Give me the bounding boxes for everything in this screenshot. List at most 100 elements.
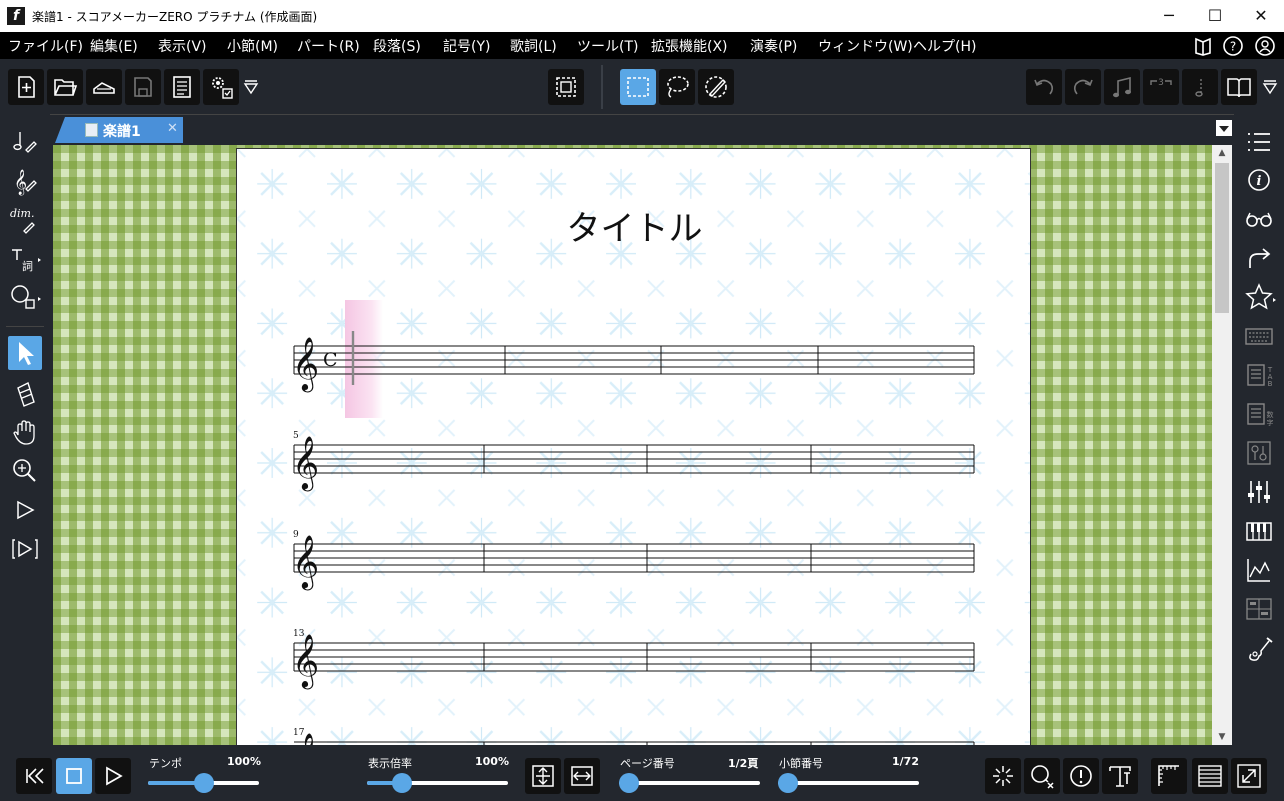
svg-text:字: 字 [1267, 418, 1274, 427]
menu-view[interactable]: 表示(V) [158, 36, 207, 56]
scan-icon[interactable] [86, 69, 122, 105]
expand-view-icon[interactable] [1231, 758, 1267, 794]
left-tool-palette: 𝄞 dim. 詞 [0, 114, 50, 750]
menu-measure[interactable]: 小節(M) [227, 36, 278, 56]
stop-icon[interactable] [56, 758, 92, 794]
play-from-here-icon[interactable] [8, 493, 42, 527]
minimize-button[interactable]: ─ [1146, 0, 1192, 32]
svg-text:?: ? [1230, 40, 1236, 54]
star-icon[interactable] [1242, 280, 1276, 314]
menu-tools[interactable]: ツール(T) [577, 36, 638, 56]
text-tool-icon[interactable] [1102, 758, 1138, 794]
text-lyrics-icon[interactable]: 詞 [8, 241, 42, 275]
fit-height-icon[interactable] [525, 758, 561, 794]
list-icon[interactable] [1242, 125, 1276, 159]
sparkle-effect-icon[interactable] [985, 758, 1021, 794]
zoom-value: 100% [475, 755, 509, 768]
shapes-icon[interactable] [8, 280, 42, 314]
keyboard-icon[interactable] [1242, 319, 1276, 353]
toolbar-right-dropdown-icon[interactable] [1262, 69, 1278, 105]
close-tab-icon[interactable]: ✕ [167, 121, 178, 136]
piano-keyboard-icon[interactable] [1242, 514, 1276, 548]
close-button[interactable]: ✕ [1238, 0, 1284, 32]
treble-clef-icon: 𝄞 [292, 435, 319, 491]
hand-pan-icon[interactable] [8, 415, 42, 449]
new-score-icon[interactable] [8, 69, 44, 105]
tab-list-dropdown-icon[interactable] [1216, 120, 1232, 136]
glasses-icon[interactable] [1242, 202, 1276, 236]
account-icon[interactable] [1254, 35, 1276, 57]
menu-window[interactable]: ウィンドウ(W) [818, 36, 913, 56]
note-pen-icon[interactable] [8, 124, 42, 158]
redirect-arrow-icon[interactable] [1242, 241, 1276, 275]
guitar-icon[interactable] [1242, 631, 1276, 665]
menu-symbol[interactable]: 記号(Y) [443, 36, 490, 56]
measure-slider-track[interactable] [778, 781, 919, 785]
page-slider-knob[interactable] [619, 773, 639, 793]
toolbar-dropdown-icon[interactable] [242, 69, 260, 105]
info-icon[interactable]: i [1242, 163, 1276, 197]
note-input-icon[interactable] [1104, 69, 1140, 105]
menu-paragraph[interactable]: 段落(S) [373, 36, 421, 56]
score-properties-icon[interactable] [164, 69, 200, 105]
fit-page-icon[interactable] [548, 69, 584, 105]
menu-play[interactable]: 演奏(P) [750, 36, 797, 56]
clef-pen-icon[interactable]: 𝄞 [8, 163, 42, 197]
warning-icon[interactable] [1063, 758, 1099, 794]
rectangle-select-icon[interactable] [620, 69, 656, 105]
eraser-icon[interactable] [8, 376, 42, 410]
maximize-button[interactable]: ☐ [1192, 0, 1238, 32]
open-folder-icon[interactable] [47, 69, 83, 105]
scroll-down-icon[interactable]: ▼ [1212, 729, 1232, 745]
lasso-select-icon[interactable] [659, 69, 695, 105]
pen-select-icon[interactable] [698, 69, 734, 105]
zoom-icon[interactable] [8, 454, 42, 488]
tab-notation-icon[interactable]: TAB [1242, 358, 1276, 392]
grace-note-icon[interactable] [1182, 69, 1218, 105]
score-tab-label: 楽譜1 [103, 124, 141, 140]
rewind-to-start-icon[interactable] [16, 758, 52, 794]
treble-clef-icon: 𝄞 [292, 336, 319, 392]
dynamics-pen-icon[interactable]: dim. [8, 202, 42, 236]
save-icon[interactable] [125, 69, 161, 105]
measure-slider-knob[interactable] [778, 773, 798, 793]
vertical-scrollbar[interactable]: ▲ ▼ [1212, 145, 1232, 745]
scrollbar-thumb[interactable] [1215, 163, 1229, 313]
undo-icon[interactable] [1026, 69, 1062, 105]
score-page[interactable]: タイトル 𝄞 C 5 𝄞 9 𝄞 13 𝄞 17 [236, 148, 1031, 745]
settings-icon[interactable] [203, 69, 239, 105]
ruler-icon[interactable] [1151, 758, 1187, 794]
redo-icon[interactable] [1065, 69, 1101, 105]
menu-lyrics[interactable]: 歌詞(L) [510, 36, 557, 56]
menu-file[interactable]: ファイル(F) [8, 36, 83, 56]
play-icon[interactable] [95, 758, 131, 794]
zoom-slider-knob[interactable] [392, 773, 413, 793]
graph-editor-icon[interactable] [1242, 553, 1276, 587]
app-icon: f [7, 7, 25, 25]
numbered-notation-icon[interactable]: 数字 [1242, 397, 1276, 431]
score-systems[interactable]: 𝄞 C 5 𝄞 9 𝄞 13 𝄞 17 [237, 149, 1031, 745]
triplet-icon[interactable]: 3 [1143, 69, 1179, 105]
menu-help[interactable]: ヘルプ(H) [913, 36, 976, 56]
menu-part[interactable]: パート(R) [297, 36, 360, 56]
scroll-up-icon[interactable]: ▲ [1212, 145, 1232, 161]
fit-width-icon[interactable] [564, 758, 600, 794]
help-icon[interactable]: ? [1222, 35, 1244, 57]
page-slider-track[interactable] [619, 781, 760, 785]
page-number-value: 1/2頁 [728, 757, 759, 770]
play-range-icon[interactable] [8, 532, 42, 566]
search-clear-icon[interactable] [1024, 758, 1060, 794]
system-5: 17 𝄞 [292, 728, 975, 745]
book-view-icon[interactable] [1221, 69, 1257, 105]
mixer-icon[interactable] [1242, 475, 1276, 509]
score-canvas[interactable]: タイトル 𝄞 C 5 𝄞 9 𝄞 13 𝄞 17 [53, 145, 1212, 745]
parts-arrange-icon[interactable] [1242, 436, 1276, 470]
score-tab[interactable]: 楽譜1 ✕ [55, 117, 183, 143]
piano-roll-icon[interactable] [1242, 592, 1276, 626]
menu-extensions[interactable]: 拡張機能(X) [651, 36, 728, 56]
grid-lines-icon[interactable] [1192, 758, 1228, 794]
select-arrow-icon[interactable] [8, 336, 42, 370]
tempo-slider-knob[interactable] [193, 773, 214, 793]
manual-icon[interactable] [1192, 35, 1214, 57]
menu-edit[interactable]: 編集(E) [90, 36, 138, 56]
